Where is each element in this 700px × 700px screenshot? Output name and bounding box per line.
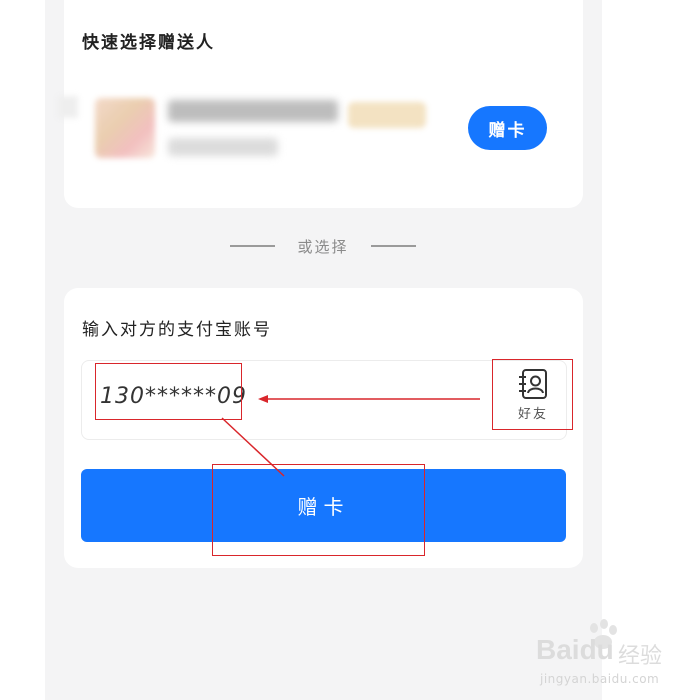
account-input-title: 输入对方的支付宝账号 — [82, 320, 272, 340]
watermark-suffix: 经验 — [618, 644, 663, 669]
annotation-box-account — [95, 363, 242, 420]
blurred-fragment — [58, 96, 78, 118]
recipient-account-blurred — [168, 138, 278, 156]
or-choose-divider: 或选择 — [230, 236, 416, 256]
divider-rule-right — [370, 245, 416, 247]
annotation-box-submit — [212, 464, 425, 556]
baidu-watermark: Baidu 经验 jingyan.baidu.com — [536, 619, 686, 690]
watermark-url: jingyan.baidu.com — [540, 672, 660, 686]
watermark-brand: Baidu — [536, 634, 614, 665]
quick-gift-button[interactable]: 赠卡 — [468, 106, 547, 150]
recipient-name-blurred — [168, 100, 338, 122]
divider-text: 或选择 — [297, 237, 349, 256]
annotation-box-contacts — [492, 359, 573, 430]
recipient-badge-blurred — [348, 102, 426, 128]
quick-select-title: 快速选择赠送人 — [82, 33, 215, 53]
divider-rule-left — [230, 245, 275, 247]
screenshot-stage: 快速选择赠送人 赠卡 或选择 输入对方的支付宝账号 130******09 好友… — [0, 0, 700, 700]
recipient-avatar[interactable] — [95, 98, 155, 158]
